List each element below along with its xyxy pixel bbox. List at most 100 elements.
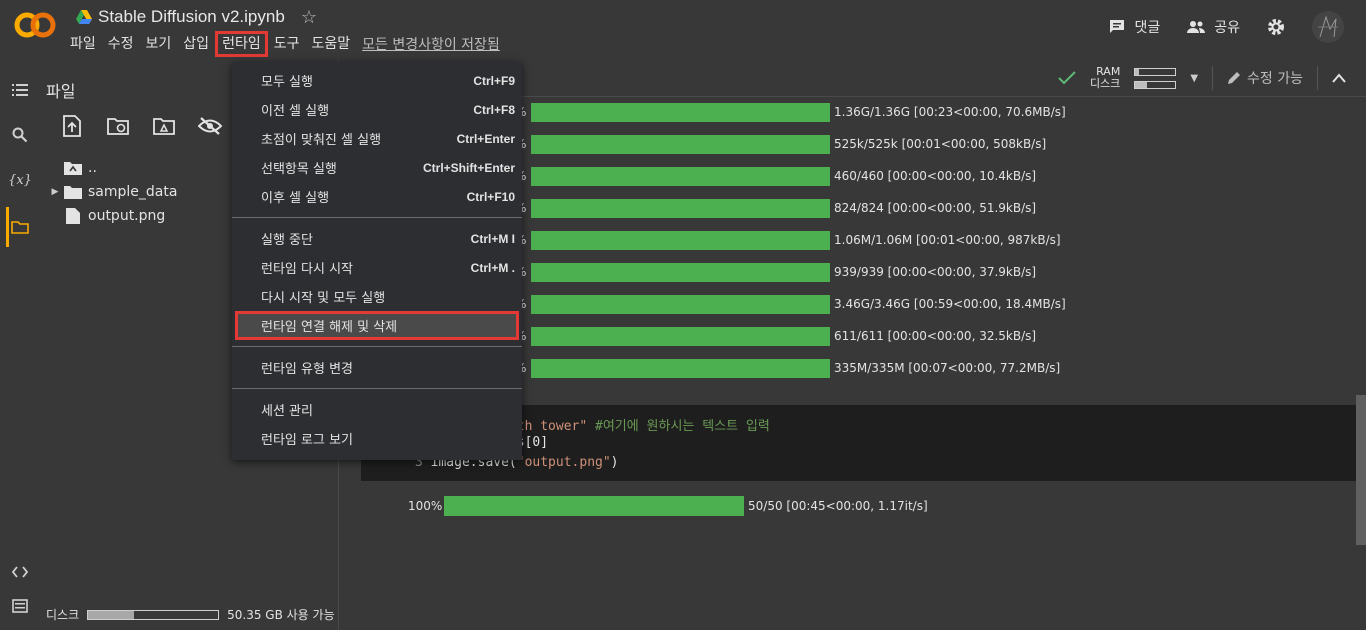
toolbar-right: RAM 디스크 ▼ 수정 가능: [1058, 60, 1346, 96]
final-progress-stat: 50/50 [00:45<00:00, 1.17it/s]: [748, 499, 928, 513]
menu-separator: [232, 388, 522, 389]
refresh-folder-icon[interactable]: [106, 114, 130, 138]
runtime-menu-item[interactable]: 초점이 맞춰진 셀 실행 Ctrl+Enter: [232, 124, 522, 153]
star-icon[interactable]: ☆: [301, 7, 317, 28]
runtime-menu-item[interactable]: 선택항목 실행 Ctrl+Shift+Enter: [232, 153, 522, 182]
variables-icon[interactable]: {x}: [8, 170, 32, 190]
progress-stat: 1.06M/1.06M [00:01<00:00, 987kB/s]: [834, 233, 1061, 247]
menu-item-label: 모두 실행: [261, 75, 313, 90]
progress-bar: [531, 166, 830, 186]
upload-icon[interactable]: [60, 114, 84, 138]
search-icon[interactable]: [10, 125, 30, 145]
file-icon: [64, 208, 82, 224]
menu-runtime[interactable]: 런타임: [215, 31, 268, 57]
menu-separator: [232, 346, 522, 347]
divider: [1212, 66, 1214, 90]
menu-item-shortcut: Ctrl+F8: [473, 102, 515, 117]
menu-item-shortcut: Ctrl+F10: [466, 189, 515, 204]
runtime-menu-item[interactable]: 런타임 다시 시작 Ctrl+M .: [232, 253, 522, 282]
tree-item-label: ..: [88, 160, 97, 176]
menu-item-shortcut: Ctrl+M I: [470, 231, 515, 246]
progress-stat: 460/460 [00:00<00:00, 10.4kB/s]: [834, 169, 1037, 183]
saved-status-link[interactable]: 모든 변경사항이 저장됨: [356, 34, 506, 54]
menu-item-shortcut: Ctrl+Shift+Enter: [422, 160, 515, 175]
menu-item-label: 다시 시작 및 모두 실행: [261, 291, 386, 306]
colab-logo-icon[interactable]: [14, 10, 56, 40]
menu-item-label: 이전 셀 실행: [261, 104, 330, 119]
menu-item-label: 런타임 연결 해제 및 삭제: [261, 320, 398, 335]
title-row: Stable Diffusion v2.ipynb ☆: [76, 5, 317, 29]
menu-item-shortcut: Ctrl+Enter: [456, 131, 515, 146]
runtime-menu-item[interactable]: 다시 시작 및 모두 실행: [232, 282, 522, 311]
drive-icon: [76, 10, 92, 24]
menu-item-shortcut: Ctrl+F9: [473, 73, 515, 88]
comments-label: 댓글: [1134, 20, 1161, 36]
code-snippets-icon[interactable]: [10, 562, 30, 582]
share-button[interactable]: 공유: [1186, 17, 1240, 37]
menu-edit[interactable]: 수정: [102, 31, 140, 57]
menu-bar: 파일 수정 보기 삽입 런타임 도구 도움말 모든 변경사항이 저장됨: [64, 31, 506, 57]
runtime-menu-item[interactable]: 세션 관리: [232, 395, 522, 424]
ram-bar: [1134, 67, 1177, 76]
progress-stat: 611/611 [00:00<00:00, 32.5kB/s]: [834, 329, 1037, 343]
drive-folder-icon[interactable]: [152, 114, 176, 138]
tree-item-label: sample_data: [88, 184, 178, 200]
edit-mode-button[interactable]: 수정 가능: [1227, 68, 1303, 88]
disk-label: 디스크: [1089, 77, 1121, 90]
runtime-menu-item[interactable]: 이전 셀 실행 Ctrl+F8: [232, 95, 522, 124]
notebook-title[interactable]: Stable Diffusion v2.ipynb: [98, 7, 285, 27]
menu-tools[interactable]: 도구: [268, 31, 306, 57]
menu-help[interactable]: 도움말: [305, 31, 356, 57]
folder-icon[interactable]: [10, 217, 30, 237]
menu-item-label: 세션 관리: [261, 404, 313, 419]
runtime-menu-item[interactable]: 런타임 연결 해제 및 삭제: [235, 311, 519, 340]
hide-icon[interactable]: [198, 114, 222, 138]
disk-bar: [1134, 80, 1177, 89]
resource-bars[interactable]: [1134, 67, 1177, 89]
disk-usage-fill: [88, 610, 134, 619]
rail-active-indicator: [6, 207, 9, 247]
disk-footer: 디스크 50.35 GB 사용 가능: [46, 606, 335, 623]
folder-up-icon: [64, 160, 82, 176]
final-progress: 100% 50/50 [00:45<00:00, 1.17it/s]: [339, 496, 1366, 518]
runtime-menu-item[interactable]: 실행 중단 Ctrl+M I: [232, 224, 522, 253]
share-people-icon: [1187, 21, 1206, 33]
table-of-contents-icon[interactable]: [10, 80, 30, 100]
menu-file[interactable]: 파일: [64, 31, 102, 57]
menu-view[interactable]: 보기: [140, 31, 178, 57]
runtime-menu-item[interactable]: 이후 셀 실행 Ctrl+F10: [232, 182, 522, 211]
avatar[interactable]: [1312, 11, 1344, 43]
gear-icon[interactable]: [1266, 17, 1286, 37]
runtime-menu-item[interactable]: 모두 실행 Ctrl+F9: [232, 66, 522, 95]
menu-item-label: 런타임 로그 보기: [261, 433, 353, 448]
resource-labels[interactable]: RAM 디스크: [1090, 66, 1120, 90]
menu-insert[interactable]: 삽입: [177, 31, 215, 57]
chevron-up-icon[interactable]: [1332, 73, 1346, 83]
final-progress-bar: [444, 496, 744, 516]
disk-available: 50.35 GB 사용 가능: [227, 608, 335, 622]
progress-stat: 525k/525k [00:01<00:00, 508kB/s]: [834, 137, 1047, 151]
scrollbar[interactable]: [1356, 395, 1366, 545]
progress-stat: 939/939 [00:00<00:00, 37.9kB/s]: [834, 265, 1037, 279]
terminal-icon[interactable]: [10, 596, 30, 616]
header-actions: 댓글 공유: [1108, 11, 1344, 43]
runtime-menu-item[interactable]: 런타임 유형 변경: [232, 353, 522, 382]
expand-arrow-icon[interactable]: ▶: [46, 187, 64, 197]
check-icon: [1058, 71, 1076, 85]
comments-button[interactable]: 댓글: [1108, 17, 1160, 37]
progress-stat: 335M/335M [00:07<00:00, 77.2MB/s]: [834, 361, 1061, 375]
app-header: Stable Diffusion v2.ipynb ☆ 파일 수정 보기 삽입 …: [0, 0, 1366, 60]
final-progress-percent: 100%: [408, 499, 443, 513]
menu-item-shortcut: Ctrl+M .: [470, 260, 515, 275]
edit-mode-label: 수정 가능: [1247, 71, 1303, 87]
ram-fill: [1135, 68, 1140, 75]
share-label: 공유: [1214, 20, 1240, 36]
dropdown-caret-icon[interactable]: ▼: [1190, 73, 1198, 84]
progress-bar: [531, 294, 830, 314]
menu-item-label: 이후 셀 실행: [261, 191, 330, 206]
menu-separator: [232, 217, 522, 218]
runtime-menu-item[interactable]: 런타임 로그 보기: [232, 424, 522, 453]
progress-bar: [531, 102, 830, 122]
menu-item-label: 초점이 맞춰진 셀 실행: [261, 133, 382, 148]
progress-stat: 824/824 [00:00<00:00, 51.9kB/s]: [834, 201, 1037, 215]
